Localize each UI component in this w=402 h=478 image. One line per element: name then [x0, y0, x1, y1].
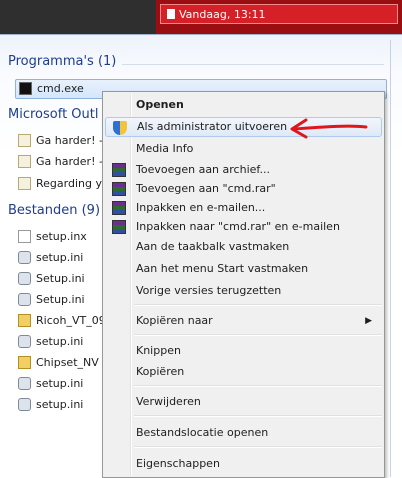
- submenu-arrow-icon: ▶: [365, 316, 372, 326]
- mail-icon: [18, 177, 31, 190]
- result-mail-3[interactable]: Regarding y: [18, 175, 102, 193]
- result-label: Ga harder! -: [36, 134, 103, 147]
- calendar-notification[interactable]: Vandaag, 13:11: [160, 4, 398, 24]
- menu-item-copy[interactable]: Kopiëren: [105, 362, 382, 382]
- result-file-4[interactable]: Setup.ini: [18, 291, 85, 309]
- menu-item-copy-to[interactable]: Kopiëren naar ▶: [105, 311, 382, 331]
- result-label: Setup.ini: [36, 293, 85, 306]
- menu-item-label: Inpakken naar "cmd.rar" en e-mailen: [136, 220, 340, 233]
- menu-separator: [134, 334, 382, 336]
- taskbar-dark-area: [0, 0, 156, 34]
- result-file-9[interactable]: setup.ini: [18, 396, 83, 414]
- menu-item-pin-start[interactable]: Aan het menu Start vastmaken: [105, 259, 382, 279]
- menu-separator: [134, 304, 382, 306]
- menu-separator: [134, 385, 382, 387]
- result-file-6[interactable]: setup.ini: [18, 333, 83, 351]
- result-file-3[interactable]: Setup.ini: [18, 270, 85, 288]
- menu-item-label: Inpakken en e-mailen...: [136, 201, 266, 214]
- notification-text: Vandaag, 13:11: [179, 8, 266, 21]
- mail-icon: [18, 155, 31, 168]
- result-file-8[interactable]: setup.ini: [18, 375, 83, 393]
- menu-item-label: Toevoegen aan archief...: [136, 163, 270, 176]
- annotation-arrow-icon: [290, 118, 368, 139]
- menu-item-pin-taskbar[interactable]: Aan de taakbalk vastmaken: [105, 237, 382, 257]
- result-label: setup.ini: [36, 335, 84, 348]
- panel-divider: [390, 40, 391, 477]
- result-label: Chipset_NV: [36, 356, 99, 369]
- menu-separator: [134, 415, 382, 417]
- menu-item-properties[interactable]: Eigenschappen: [105, 454, 382, 474]
- result-label: Setup.ini: [36, 272, 85, 285]
- winrar-icon: [112, 201, 126, 215]
- menu-item-open[interactable]: Openen: [105, 95, 382, 115]
- result-mail-2[interactable]: Ga harder! -: [18, 153, 103, 171]
- result-label: Ricoh_VT_09: [36, 314, 106, 327]
- result-file-7[interactable]: Chipset_NV: [18, 354, 99, 372]
- result-file-1[interactable]: setup.inx: [18, 228, 87, 246]
- settings-file-icon: [18, 293, 31, 306]
- section-title-outlook: Microsoft Outl: [8, 107, 99, 122]
- result-label: Ga harder! -: [36, 155, 103, 168]
- document-icon: [167, 9, 175, 19]
- section-divider: [122, 64, 384, 65]
- settings-file-icon: [18, 398, 31, 411]
- menu-separator: [134, 446, 382, 448]
- result-label: cmd.exe: [37, 82, 84, 95]
- menu-item-label: Als administrator uitvoeren: [137, 120, 288, 133]
- settings-file-icon: [18, 251, 31, 264]
- winrar-icon: [112, 163, 126, 177]
- menu-item-delete[interactable]: Verwijderen: [105, 392, 382, 412]
- result-label: Regarding y: [36, 177, 102, 190]
- mail-icon: [18, 134, 31, 147]
- menu-item-label: Kopiëren naar: [136, 314, 213, 327]
- result-file-5[interactable]: Ricoh_VT_09: [18, 312, 106, 330]
- settings-file-icon: [18, 377, 31, 390]
- cmd-icon: [19, 82, 32, 95]
- menu-item-pack-cmd-rar-email[interactable]: Inpakken naar "cmd.rar" en e-mailen: [105, 217, 382, 237]
- folder-icon: [18, 314, 31, 327]
- section-title-files: Bestanden (9): [8, 203, 101, 218]
- result-label: setup.ini: [36, 398, 84, 411]
- folder-icon: [18, 356, 31, 369]
- menu-item-add-cmd-rar[interactable]: Toevoegen aan "cmd.rar": [105, 179, 382, 199]
- context-menu: Openen Als administrator uitvoeren Media…: [102, 91, 385, 478]
- settings-file-icon: [18, 335, 31, 348]
- menu-item-restore-versions[interactable]: Vorige versies terugzetten: [105, 281, 382, 301]
- menu-item-pack-email[interactable]: Inpakken en e-mailen...: [105, 198, 382, 218]
- result-mail-1[interactable]: Ga harder! -: [18, 132, 103, 150]
- winrar-icon: [112, 182, 126, 196]
- menu-item-cut[interactable]: Knippen: [105, 341, 382, 361]
- result-label: setup.inx: [36, 230, 87, 243]
- menu-item-add-archive[interactable]: Toevoegen aan archief...: [105, 160, 382, 180]
- result-file-2[interactable]: setup.ini: [18, 249, 83, 267]
- text-file-icon: [18, 230, 31, 243]
- menu-item-media-info[interactable]: Media Info: [105, 139, 382, 159]
- winrar-icon: [112, 220, 126, 234]
- settings-file-icon: [18, 272, 31, 285]
- menu-item-open-location[interactable]: Bestandslocatie openen: [105, 423, 382, 443]
- section-title-programs: Programma's (1): [8, 54, 117, 69]
- result-label: setup.ini: [36, 251, 84, 264]
- uac-shield-icon: [113, 121, 127, 135]
- menu-item-label: Toevoegen aan "cmd.rar": [136, 182, 276, 195]
- result-label: setup.ini: [36, 377, 84, 390]
